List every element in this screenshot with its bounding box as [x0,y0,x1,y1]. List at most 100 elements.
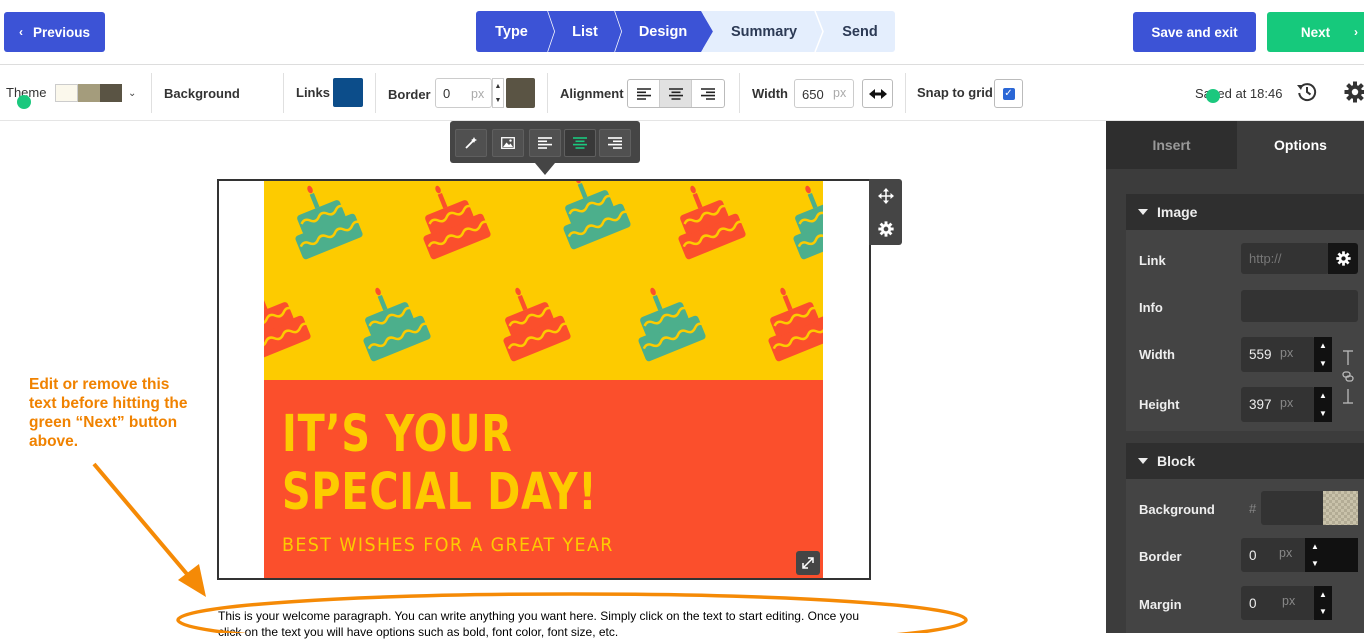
annotation-arrow-line [94,464,192,580]
block-border-stepper[interactable]: ▲▼ [1305,538,1358,572]
tour-hotspot[interactable] [17,95,31,109]
link-settings-button[interactable] [1328,243,1358,274]
history-icon[interactable] [1296,81,1318,103]
link-label: Link [1139,253,1166,268]
border-width-input[interactable]: 0 px [435,78,492,108]
link-placeholder: http:// [1249,251,1282,266]
unit-label: px [1279,546,1292,560]
block-controls [869,179,902,245]
birthday-banner-image[interactable]: IT’S YOUR SPECIAL DAY! BEST WISHES FOR A… [264,181,823,578]
align-center-icon [573,137,587,149]
resize-handle[interactable] [796,551,820,575]
align-left-icon [637,88,651,100]
align-center-button[interactable] [660,80,692,107]
alignment-control [627,79,725,108]
toolbar-pointer [535,163,555,175]
divider [283,73,284,113]
next-button[interactable]: Next › [1267,12,1364,52]
move-block-button[interactable] [869,179,902,212]
image-align-right-button[interactable] [599,129,631,157]
block-section-header[interactable]: Block [1126,443,1364,479]
image-icon [501,137,515,149]
settings-gear-icon[interactable] [1344,81,1364,103]
block-background-label: Background [1139,502,1215,517]
email-canvas: IT’S YOUR SPECIAL DAY! BEST WISHES FOR A… [0,121,1106,633]
previous-button[interactable]: ‹ Previous [4,12,105,52]
aspect-lock-chain-icon[interactable] [1340,349,1356,405]
divider [547,73,548,113]
block-margin-input[interactable]: 0 px [1241,586,1315,620]
links-color-swatch[interactable] [333,78,363,107]
theme-swatch [55,84,78,102]
width-label: Width [752,86,788,101]
block-background-input[interactable] [1261,491,1323,525]
step-design[interactable]: Design [623,11,703,52]
step-label: Design [639,24,687,40]
border-color-swatch[interactable] [506,78,535,108]
previous-label: Previous [33,25,90,40]
background-label[interactable]: Background [164,86,240,101]
transparent-color-swatch[interactable] [1323,491,1358,525]
block-border-input[interactable]: 0 px [1241,538,1313,572]
image-align-center-button[interactable] [564,129,596,157]
image-height-label: Height [1139,397,1179,412]
image-width-value: 559 [1249,347,1272,362]
image-width-input[interactable]: 559 px [1241,337,1315,372]
step-type[interactable]: Type [476,11,547,52]
align-right-icon [608,137,622,149]
align-left-icon [538,137,552,149]
align-left-button[interactable] [628,80,660,107]
tutorial-annotation: Edit or remove this text before hitting … [29,375,189,451]
image-height-value: 397 [1249,397,1272,412]
block-settings-button[interactable] [869,212,902,245]
image-height-stepper[interactable]: ▲▼ [1314,387,1332,422]
welcome-paragraph[interactable]: This is your welcome paragraph. You can … [218,608,878,640]
magic-wand-button[interactable] [455,129,487,157]
block-margin-label: Margin [1139,597,1182,612]
banner-lower-panel: IT’S YOUR SPECIAL DAY! BEST WISHES FOR A… [264,380,823,578]
move-arrows-icon [878,188,894,204]
width-input[interactable]: 650 px [794,79,854,108]
triangle-down-icon [1138,209,1148,215]
block-border-value: 0 [1249,548,1257,563]
tab-insert[interactable]: Insert [1106,121,1237,169]
step-arrow-icon [813,11,825,52]
width-unit: px [833,86,846,100]
cake-pattern [264,181,823,380]
image-align-left-button[interactable] [529,129,561,157]
design-toolbar: Theme ⌄ Background Links Border 0 px ▲▼ … [0,65,1364,121]
snap-to-grid-checkbox[interactable]: ✓ [994,79,1023,108]
info-input[interactable] [1241,290,1358,322]
tab-options[interactable]: Options [1237,121,1364,169]
image-section-header[interactable]: Image [1126,194,1364,230]
step-label: Summary [731,24,797,40]
block-margin-stepper[interactable]: ▲▼ [1314,586,1332,620]
save-and-exit-button[interactable]: Save and exit [1133,12,1256,52]
theme-swatch [100,84,122,102]
divider [151,73,152,113]
save-and-exit-label: Save and exit [1151,25,1237,40]
theme-picker[interactable]: ⌄ [55,83,139,103]
unit-label: px [1280,396,1293,410]
step-send[interactable]: Send [825,11,895,52]
info-label: Info [1139,300,1163,315]
width-value: 650 [802,87,824,102]
full-width-button[interactable] [862,79,893,108]
step-list[interactable]: List [556,11,614,52]
step-arrow-icon [701,11,713,52]
image-height-input[interactable]: 397 px [1241,387,1315,422]
divider [375,73,376,113]
step-summary[interactable]: Summary [713,11,815,52]
tour-hotspot[interactable] [1206,89,1220,103]
border-stepper[interactable]: ▲▼ [492,78,504,108]
unit-label: px [1280,346,1293,360]
align-right-button[interactable] [692,80,724,107]
next-label: Next [1301,25,1330,40]
link-input[interactable]: http:// [1241,243,1329,274]
resize-diagonal-icon [801,556,815,570]
triangle-down-icon [1138,458,1148,464]
tab-label: Insert [1152,137,1190,153]
section-title: Image [1157,204,1197,220]
image-width-stepper[interactable]: ▲▼ [1314,337,1332,372]
image-button[interactable] [492,129,524,157]
